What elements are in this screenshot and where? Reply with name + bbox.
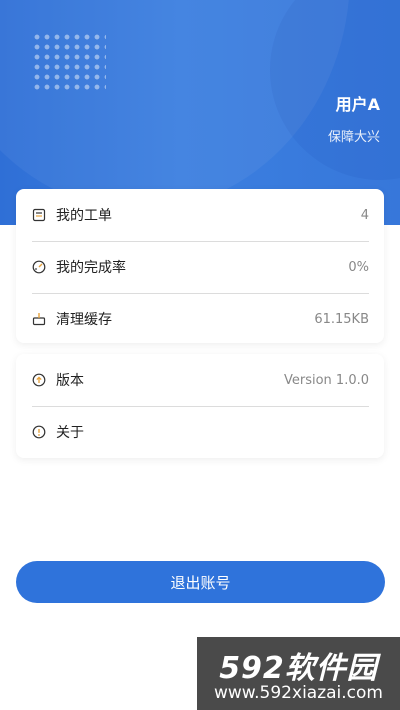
menu-label: 清理缓存 — [56, 312, 112, 328]
menu-label: 关于 — [56, 425, 84, 441]
menu-value: 4 — [360, 207, 369, 223]
logout-button[interactable]: 退出账号 — [16, 561, 385, 603]
info-card: 版本 Version 1.0.0 关于 — [16, 354, 384, 458]
menu-label: 我的完成率 — [56, 260, 126, 276]
menu-item-version[interactable]: 版本 Version 1.0.0 — [16, 354, 384, 406]
gauge-icon — [32, 260, 46, 274]
menu-item-completion-rate[interactable]: 我的完成率 0% — [16, 241, 384, 293]
menu-item-about[interactable]: 关于 — [16, 406, 384, 458]
version-icon — [32, 373, 46, 387]
watermark-brand: 592软件园 — [219, 651, 378, 686]
company-name: 保障大兴 — [327, 130, 380, 145]
menu-label: 我的工单 — [56, 208, 112, 224]
menu-label: 版本 — [56, 373, 84, 389]
stats-card: 我的工单 4 我的完成率 0% 清理缓存 61.15KB — [16, 189, 384, 343]
menu-value: 0% — [348, 259, 369, 275]
info-icon — [32, 425, 46, 439]
menu-value: 61.15KB — [314, 311, 369, 327]
site-watermark: 592软件园 www.592xiazai.com — [197, 637, 400, 710]
header-decoration-2 — [270, 0, 400, 180]
cleanup-icon — [32, 312, 46, 326]
clipboard-icon — [32, 208, 46, 222]
menu-item-clear-cache[interactable]: 清理缓存 61.15KB — [16, 293, 384, 345]
menu-item-my-orders[interactable]: 我的工单 4 — [16, 189, 384, 241]
menu-value: Version 1.0.0 — [283, 372, 369, 388]
watermark-url: www.592xiazai.com — [214, 683, 383, 703]
username: 用户A — [335, 95, 380, 114]
dot-pattern — [32, 32, 106, 90]
